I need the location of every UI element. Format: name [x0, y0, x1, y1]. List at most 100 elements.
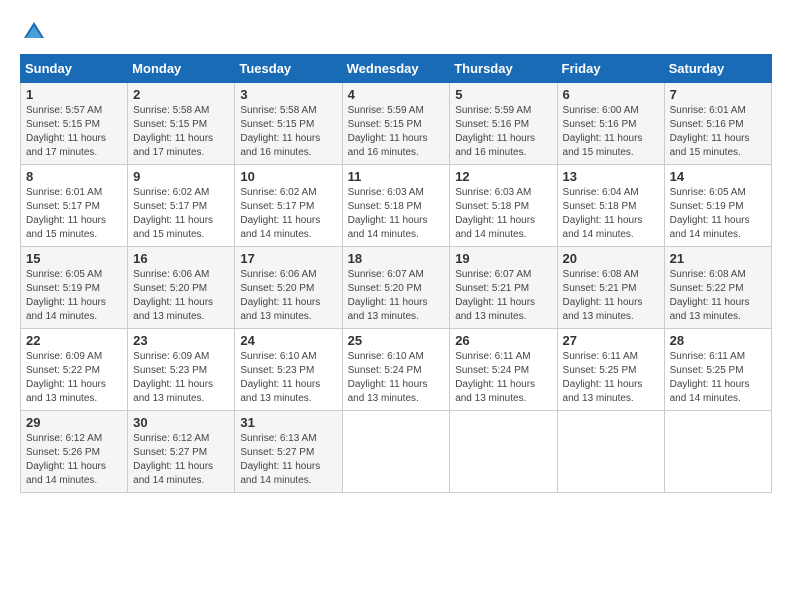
logo [20, 20, 46, 44]
day-info: Sunrise: 6:05 AMSunset: 5:19 PMDaylight:… [670, 186, 766, 242]
calendar-week-row: 22 Sunrise: 6:09 AMSunset: 5:22 PMDayligh… [21, 329, 772, 411]
calendar-week-row: 8 Sunrise: 6:01 AMSunset: 5:17 PMDaylight… [21, 165, 772, 247]
day-info: Sunrise: 5:59 AMSunset: 5:16 PMDaylight:… [455, 104, 551, 160]
day-info: Sunrise: 6:12 AMSunset: 5:26 PMDaylight:… [26, 432, 122, 488]
day-info: Sunrise: 5:57 AMSunset: 5:15 PMDaylight:… [26, 104, 122, 160]
day-number: 1 [26, 87, 122, 102]
calendar-cell: 14 Sunrise: 6:05 AMSunset: 5:19 PMDayligh… [664, 165, 771, 247]
calendar-cell: 24 Sunrise: 6:10 AMSunset: 5:23 PMDayligh… [235, 329, 342, 411]
calendar-header-saturday: Saturday [664, 55, 771, 83]
day-info: Sunrise: 6:03 AMSunset: 5:18 PMDaylight:… [348, 186, 445, 242]
day-number: 6 [563, 87, 659, 102]
calendar-cell: 7Sunrise: 6:01 AMSunset: 5:16 PMDaylight… [664, 83, 771, 165]
day-number: 2 [133, 87, 229, 102]
day-info: Sunrise: 6:07 AMSunset: 5:21 PMDaylight:… [455, 268, 551, 324]
day-info: Sunrise: 5:58 AMSunset: 5:15 PMDaylight:… [240, 104, 336, 160]
day-number: 10 [240, 169, 336, 184]
calendar-week-row: 29 Sunrise: 6:12 AMSunset: 5:26 PMDayligh… [21, 411, 772, 493]
day-info: Sunrise: 6:00 AMSunset: 5:16 PMDaylight:… [563, 104, 659, 160]
day-info: Sunrise: 6:02 AMSunset: 5:17 PMDaylight:… [133, 186, 229, 242]
calendar-cell: 2 Sunrise: 5:58 AMSunset: 5:15 PMDaylight… [128, 83, 235, 165]
day-number: 23 [133, 333, 229, 348]
calendar-cell: 29 Sunrise: 6:12 AMSunset: 5:26 PMDayligh… [21, 411, 128, 493]
day-info: Sunrise: 6:13 AMSunset: 5:27 PMDaylight:… [240, 432, 336, 488]
calendar-cell: 25 Sunrise: 6:10 AMSunset: 5:24 PMDayligh… [342, 329, 450, 411]
calendar-cell: 13 Sunrise: 6:04 AMSunset: 5:18 PMDayligh… [557, 165, 664, 247]
calendar-cell: 16Sunrise: 6:06 AMSunset: 5:20 PMDayligh… [128, 247, 235, 329]
calendar-cell: 22 Sunrise: 6:09 AMSunset: 5:22 PMDayligh… [21, 329, 128, 411]
day-number: 20 [563, 251, 659, 266]
day-number: 29 [26, 415, 122, 430]
day-info: Sunrise: 5:59 AMSunset: 5:15 PMDaylight:… [348, 104, 445, 160]
day-info: Sunrise: 6:01 AMSunset: 5:17 PMDaylight:… [26, 186, 122, 242]
day-info: Sunrise: 6:06 AMSunset: 5:20 PMDaylight:… [240, 268, 336, 324]
day-number: 19 [455, 251, 551, 266]
day-info: Sunrise: 6:10 AMSunset: 5:24 PMDaylight:… [348, 350, 445, 406]
calendar-cell: 17 Sunrise: 6:06 AMSunset: 5:20 PMDayligh… [235, 247, 342, 329]
calendar-cell: 4 Sunrise: 5:59 AMSunset: 5:15 PMDaylight… [342, 83, 450, 165]
calendar-header-row: SundayMondayTuesdayWednesdayThursdayFrid… [21, 55, 772, 83]
calendar-cell: 3 Sunrise: 5:58 AMSunset: 5:15 PMDaylight… [235, 83, 342, 165]
day-number: 17 [240, 251, 336, 266]
calendar-cell [342, 411, 450, 493]
calendar-cell: 26 Sunrise: 6:11 AMSunset: 5:24 PMDayligh… [450, 329, 557, 411]
calendar-header-monday: Monday [128, 55, 235, 83]
day-number: 11 [348, 169, 445, 184]
calendar-week-row: 15Sunrise: 6:05 AMSunset: 5:19 PMDayligh… [21, 247, 772, 329]
day-number: 24 [240, 333, 336, 348]
day-number: 4 [348, 87, 445, 102]
calendar-header-sunday: Sunday [21, 55, 128, 83]
day-info: Sunrise: 6:10 AMSunset: 5:23 PMDaylight:… [240, 350, 336, 406]
day-number: 25 [348, 333, 445, 348]
day-number: 15 [26, 251, 122, 266]
day-number: 7 [670, 87, 766, 102]
calendar-cell: 5 Sunrise: 5:59 AMSunset: 5:16 PMDaylight… [450, 83, 557, 165]
calendar-cell: 1 Sunrise: 5:57 AMSunset: 5:15 PMDaylight… [21, 83, 128, 165]
calendar-cell: 27 Sunrise: 6:11 AMSunset: 5:25 PMDayligh… [557, 329, 664, 411]
calendar-cell: 20 Sunrise: 6:08 AMSunset: 5:21 PMDayligh… [557, 247, 664, 329]
calendar-cell: 23 Sunrise: 6:09 AMSunset: 5:23 PMDayligh… [128, 329, 235, 411]
day-info: Sunrise: 6:04 AMSunset: 5:18 PMDaylight:… [563, 186, 659, 242]
day-info: Sunrise: 6:09 AMSunset: 5:22 PMDaylight:… [26, 350, 122, 406]
day-number: 31 [240, 415, 336, 430]
calendar-cell: 6 Sunrise: 6:00 AMSunset: 5:16 PMDaylight… [557, 83, 664, 165]
calendar-header-wednesday: Wednesday [342, 55, 450, 83]
day-number: 28 [670, 333, 766, 348]
day-number: 8 [26, 169, 122, 184]
day-number: 22 [26, 333, 122, 348]
day-number: 21 [670, 251, 766, 266]
calendar-cell: 28Sunrise: 6:11 AMSunset: 5:25 PMDayligh… [664, 329, 771, 411]
day-number: 16 [133, 251, 229, 266]
logo-icon [22, 20, 46, 44]
calendar-header-thursday: Thursday [450, 55, 557, 83]
calendar-cell [450, 411, 557, 493]
day-number: 26 [455, 333, 551, 348]
day-info: Sunrise: 6:08 AMSunset: 5:21 PMDaylight:… [563, 268, 659, 324]
calendar-cell: 15Sunrise: 6:05 AMSunset: 5:19 PMDayligh… [21, 247, 128, 329]
day-info: Sunrise: 6:09 AMSunset: 5:23 PMDaylight:… [133, 350, 229, 406]
day-info: Sunrise: 6:11 AMSunset: 5:24 PMDaylight:… [455, 350, 551, 406]
day-info: Sunrise: 6:12 AMSunset: 5:27 PMDaylight:… [133, 432, 229, 488]
day-number: 9 [133, 169, 229, 184]
calendar-header-friday: Friday [557, 55, 664, 83]
calendar-cell: 31 Sunrise: 6:13 AMSunset: 5:27 PMDayligh… [235, 411, 342, 493]
day-info: Sunrise: 5:58 AMSunset: 5:15 PMDaylight:… [133, 104, 229, 160]
calendar-header-tuesday: Tuesday [235, 55, 342, 83]
calendar-cell: 19 Sunrise: 6:07 AMSunset: 5:21 PMDayligh… [450, 247, 557, 329]
calendar-cell: 18Sunrise: 6:07 AMSunset: 5:20 PMDayligh… [342, 247, 450, 329]
day-number: 3 [240, 87, 336, 102]
day-number: 30 [133, 415, 229, 430]
day-number: 14 [670, 169, 766, 184]
calendar-cell [557, 411, 664, 493]
page-header [20, 20, 772, 44]
day-number: 5 [455, 87, 551, 102]
day-info: Sunrise: 6:03 AMSunset: 5:18 PMDaylight:… [455, 186, 551, 242]
day-number: 13 [563, 169, 659, 184]
calendar-cell: 10 Sunrise: 6:02 AMSunset: 5:17 PMDayligh… [235, 165, 342, 247]
day-number: 12 [455, 169, 551, 184]
day-info: Sunrise: 6:08 AMSunset: 5:22 PMDaylight:… [670, 268, 766, 324]
day-info: Sunrise: 6:11 AMSunset: 5:25 PMDaylight:… [563, 350, 659, 406]
day-info: Sunrise: 6:02 AMSunset: 5:17 PMDaylight:… [240, 186, 336, 242]
day-number: 27 [563, 333, 659, 348]
day-number: 18 [348, 251, 445, 266]
